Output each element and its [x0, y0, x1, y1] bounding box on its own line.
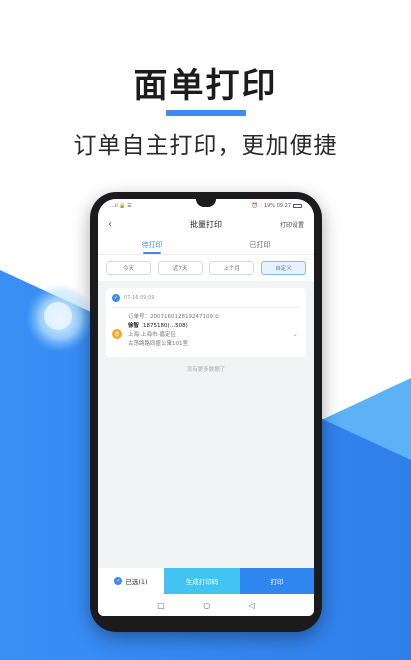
tab-printed[interactable]: 已打印 [206, 235, 314, 254]
print-button[interactable]: 打印 [240, 568, 314, 594]
order-details: 订单号：20071601281924710​9 ⧉ 徐智 1875180(…508)… [128, 313, 300, 349]
select-all-toggle[interactable]: ✓ 已选(1) [98, 568, 164, 594]
home-icon[interactable]: ○ [203, 601, 210, 610]
order-number: 订单号：20071601281924710​9 [128, 314, 213, 320]
status-left: …ıl 🔒 ☰ [110, 203, 132, 209]
phone-screen: …ıl 🔒 ☰ ⏰ ◦ 19% 09:27 ‹ 批量打印 打印设置 待打印 已打… [98, 199, 314, 616]
promo-headline: 面单打印 [133, 66, 278, 106]
nav-bar: ‹ 批量打印 打印设置 [98, 213, 314, 235]
generate-print-code-button[interactable]: 生成打印码 [164, 568, 240, 594]
filter-today[interactable]: 今天 [106, 261, 151, 275]
phone-frame: …ıl 🔒 ☰ ⏰ ◦ 19% 09:27 ‹ 批量打印 打印设置 待打印 已打… [90, 192, 322, 632]
print-settings-link[interactable]: 打印设置 [280, 220, 304, 229]
selected-check-icon: ✓ [114, 577, 123, 585]
order-checkbox-icon[interactable]: ✓ [112, 294, 120, 302]
no-more-data-text: 没有更多数据了 [186, 367, 226, 373]
system-back-icon[interactable]: ◁ [249, 601, 255, 610]
tab-pending[interactable]: 待打印 [98, 235, 206, 254]
order-card-header: ✓ 07-16 09:09 [112, 294, 300, 308]
recent-apps-icon[interactable]: □ [157, 601, 165, 610]
recipient-name: 徐智 [128, 323, 140, 329]
receiver-badge-icon: 收 [112, 329, 122, 339]
recipient-line: 徐智 1875180(…508) [128, 322, 300, 331]
filter-last-7-days[interactable]: 近7天 [157, 261, 203, 275]
battery-icon [293, 204, 302, 208]
filter-last-month[interactable]: 上个月 [209, 261, 255, 275]
order-card[interactable]: ✓ 07-16 09:09 收 订单号：20071601281924710​9 ⧉… [106, 288, 306, 357]
filter-custom[interactable]: 自定义 [260, 261, 306, 275]
promo-subline: 订单自主打印，更加便捷 [73, 133, 338, 159]
copy-icon[interactable]: ⧉ [215, 314, 219, 320]
order-card-body: 收 订单号：20071601281924710​9 ⧉ 徐智 1875180(…50… [112, 308, 300, 349]
status-right-text: ⏰ ◦ 19% 09:27 [251, 203, 291, 209]
headline-underline [166, 110, 246, 116]
address-line-2: 古荡路路同盛公寓101室 [128, 341, 188, 347]
order-number-line: 订单号：20071601281924710​9 ⧉ [128, 313, 300, 322]
back-arrow-icon[interactable]: ‹ [108, 219, 128, 230]
print-status-tabs: 待打印 已打印 [98, 235, 314, 255]
chevron-down-icon[interactable]: ⌄ [292, 330, 298, 338]
recipient-phone: 1875180(…508) [143, 323, 188, 329]
selected-count: 已选(1) [125, 578, 148, 586]
bottom-action-bar: ✓ 已选(1) 生成打印码 打印 [98, 568, 314, 594]
address-line-1: 上海-上海市-嘉定区 [128, 332, 176, 338]
date-filter-row: 今天 近7天 上个月 自定义 [98, 255, 314, 281]
order-date: 07-16 09:09 [124, 295, 155, 301]
status-right: ⏰ ◦ 19% 09:27 [252, 203, 302, 209]
system-nav-bar: □ ○ ◁ [98, 594, 314, 616]
